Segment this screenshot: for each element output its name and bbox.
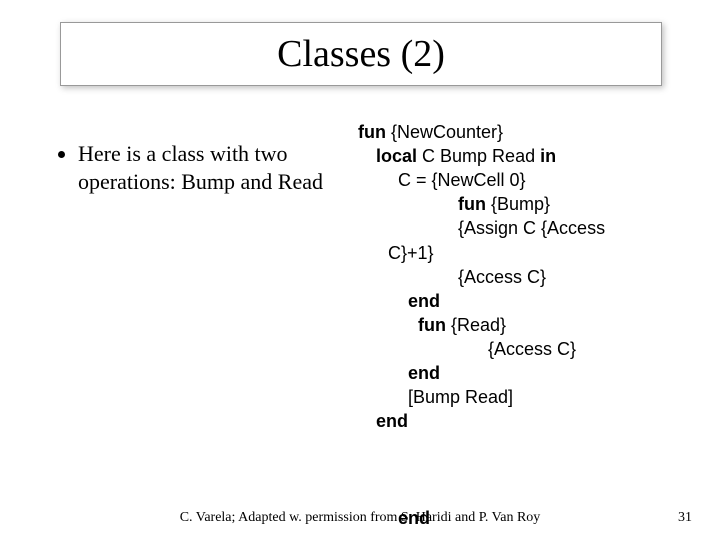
kw-in: in: [540, 146, 556, 166]
kw-end: end: [376, 411, 408, 431]
code-text: {Access C}: [458, 267, 546, 287]
kw-fun: fun: [458, 194, 486, 214]
page-number: 31: [678, 510, 692, 526]
code-text: {Assign C {Access: [458, 218, 605, 238]
slide-title: Classes (2): [277, 33, 445, 75]
code-text: C Bump Read: [417, 146, 540, 166]
footer-credit: C. Varela; Adapted w. permission from S.…: [140, 510, 580, 526]
bullet-area: Here is a class with two operations: Bum…: [54, 140, 354, 196]
bullet-item: Here is a class with two operations: Bum…: [78, 140, 354, 196]
code-text: [Bump Read]: [408, 387, 513, 407]
kw-fun: fun: [418, 315, 446, 335]
title-box: Classes (2): [60, 22, 662, 86]
kw-end: end: [408, 363, 440, 383]
code-text: {Read}: [446, 315, 506, 335]
kw-end: end: [408, 291, 440, 311]
code-text: C = {NewCell 0}: [398, 170, 526, 190]
code-block: fun {NewCounter} local C Bump Read in C …: [358, 120, 698, 433]
code-text: {Access C}: [488, 339, 576, 359]
code-text: {NewCounter}: [386, 122, 503, 142]
code-text: C}+1}: [388, 243, 434, 263]
kw-fun: fun: [358, 122, 386, 142]
kw-local: local: [376, 146, 417, 166]
code-text: {Bump}: [486, 194, 550, 214]
